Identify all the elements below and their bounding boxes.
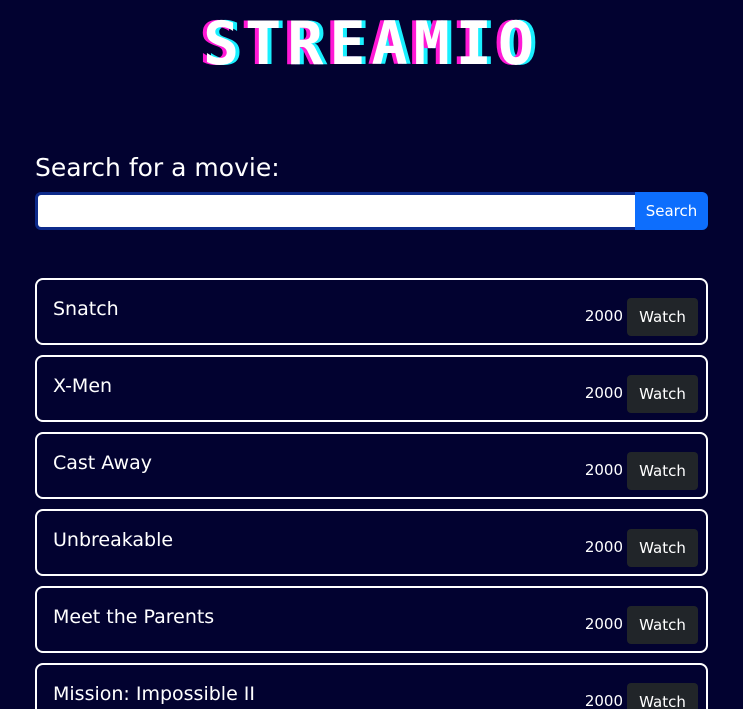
search-label: Search for a movie:	[35, 153, 280, 182]
watch-button[interactable]: Watch	[627, 452, 698, 490]
watch-button[interactable]: Watch	[627, 683, 698, 709]
movie-title: X-Men	[53, 375, 113, 397]
page: STREAMIO Search for a movie: Search Snat…	[0, 0, 743, 709]
streamio-logo: STREAMIO	[203, 9, 540, 79]
movie-year: 2000	[584, 615, 623, 633]
movie-card: Mission: Impossible II 2000 Watch	[35, 663, 708, 709]
watch-button[interactable]: Watch	[627, 298, 698, 336]
search-bar: Search	[35, 192, 708, 230]
movie-card: Meet the Parents 2000 Watch	[35, 586, 708, 653]
movie-title: Meet the Parents	[53, 606, 215, 628]
movie-year: 2000	[584, 384, 623, 402]
movie-title: Mission: Impossible II	[53, 683, 256, 705]
search-button[interactable]: Search	[635, 192, 708, 230]
movie-card: Unbreakable 2000 Watch	[35, 509, 708, 576]
movie-year: 2000	[584, 461, 623, 479]
movie-card: Cast Away 2000 Watch	[35, 432, 708, 499]
movie-title: Snatch	[53, 298, 119, 320]
movie-year: 2000	[584, 307, 623, 325]
movie-year: 2000	[584, 692, 623, 709]
movie-card: X-Men 2000 Watch	[35, 355, 708, 422]
watch-button[interactable]: Watch	[627, 606, 698, 644]
movie-title: Cast Away	[53, 452, 152, 474]
watch-button[interactable]: Watch	[627, 529, 698, 567]
watch-button[interactable]: Watch	[627, 375, 698, 413]
search-input[interactable]	[35, 192, 635, 230]
movie-list: Snatch 2000 Watch X-Men 2000 Watch Cast …	[35, 278, 708, 709]
movie-card: Snatch 2000 Watch	[35, 278, 708, 345]
movie-year: 2000	[584, 538, 623, 556]
movie-title: Unbreakable	[53, 529, 174, 551]
